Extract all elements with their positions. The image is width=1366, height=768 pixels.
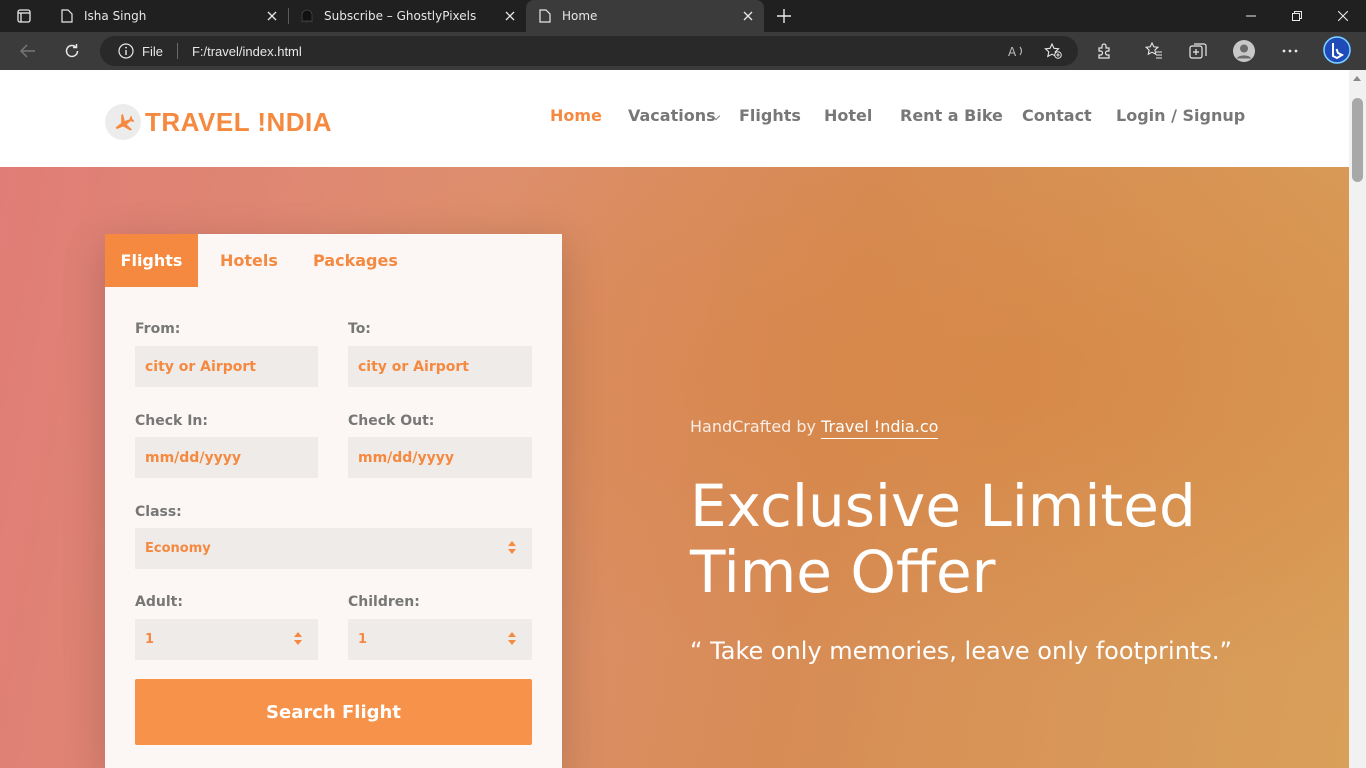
scroll-thumb[interactable] xyxy=(1352,98,1363,182)
site-header: TRAVEL !NDIA Home Vacations Flights Hote… xyxy=(0,70,1349,167)
collections-icon[interactable] xyxy=(1186,39,1210,63)
class-label: Class: xyxy=(135,504,182,520)
info-icon[interactable] xyxy=(118,43,134,59)
nav-home[interactable]: Home xyxy=(550,106,602,125)
logo-text: TRAVEL !NDIA xyxy=(145,106,333,137)
tab-packages[interactable]: Packages xyxy=(313,234,398,287)
tab-title: Subscribe – GhostlyPixels xyxy=(324,9,477,23)
close-icon[interactable] xyxy=(502,8,518,24)
nav-rent-a-bike[interactable]: Rent a Bike xyxy=(900,106,1003,125)
more-options-icon[interactable] xyxy=(1278,39,1302,63)
new-tab-button[interactable] xyxy=(772,4,796,28)
nav-hotel[interactable]: Hotel xyxy=(824,106,872,125)
from-input[interactable]: city or Airport xyxy=(135,346,318,387)
check-in-input[interactable]: mm/dd/yyyy xyxy=(135,437,318,478)
adult-select[interactable]: 1 xyxy=(135,619,318,660)
children-select[interactable]: 1 xyxy=(348,619,532,660)
class-select[interactable]: Economy xyxy=(135,528,532,569)
add-favorite-icon[interactable] xyxy=(1044,43,1062,59)
url-text[interactable]: F:/travel/index.html xyxy=(192,44,302,59)
close-icon[interactable] xyxy=(264,8,280,24)
credit-line: HandCrafted by Travel !ndia.co xyxy=(690,417,939,439)
url-divider xyxy=(176,43,178,59)
read-aloud-icon[interactable]: A xyxy=(1008,43,1026,59)
browser-tab-isha-singh[interactable]: Isha Singh xyxy=(48,0,288,32)
page-icon xyxy=(60,8,74,24)
select-arrows-icon xyxy=(508,632,516,646)
credit-prefix: HandCrafted by xyxy=(690,417,817,436)
nav-login-signup[interactable]: Login / Signup xyxy=(1116,106,1245,125)
select-arrows-icon xyxy=(508,541,516,555)
check-out-input[interactable]: mm/dd/yyyy xyxy=(348,437,532,478)
to-label: To: xyxy=(348,321,371,337)
page-icon xyxy=(538,8,552,24)
tab-title: Isha Singh xyxy=(84,9,147,23)
ghost-icon xyxy=(300,8,314,24)
address-bar[interactable]: File F:/travel/index.html A xyxy=(100,36,1078,66)
class-select-value: Economy xyxy=(145,541,211,556)
adult-label: Adult: xyxy=(135,594,183,610)
tab-title: Home xyxy=(562,9,598,23)
from-label: From: xyxy=(135,321,181,337)
profile-avatar-icon[interactable] xyxy=(1232,39,1256,63)
browser-tab-home[interactable]: Home xyxy=(526,0,764,32)
close-icon[interactable] xyxy=(740,8,756,24)
tab-actions-icon[interactable] xyxy=(8,4,40,28)
credit-link[interactable]: Travel !ndia.co xyxy=(821,417,939,439)
select-arrows-icon xyxy=(294,632,302,646)
extensions-icon[interactable] xyxy=(1093,39,1117,63)
svg-text:A: A xyxy=(1008,45,1017,58)
hero-section: Flights Hotels Packages From: To: city o… xyxy=(0,167,1349,768)
minimize-button[interactable] xyxy=(1228,0,1274,32)
tab-hotels[interactable]: Hotels xyxy=(220,234,278,287)
search-flight-button[interactable]: Search Flight xyxy=(135,679,532,745)
refresh-button[interactable] xyxy=(58,37,86,65)
children-select-value: 1 xyxy=(358,632,368,647)
browser-tab-ghostlypixels[interactable]: Subscribe – GhostlyPixels xyxy=(288,0,526,32)
page-viewport: TRAVEL !NDIA Home Vacations Flights Hote… xyxy=(0,70,1349,768)
url-scheme: File xyxy=(142,43,163,59)
to-input[interactable]: city or Airport xyxy=(348,346,532,387)
restore-button[interactable] xyxy=(1274,0,1320,32)
nav-flights[interactable]: Flights xyxy=(739,106,801,125)
page-scrollbar[interactable] xyxy=(1349,70,1366,768)
booking-panel: Flights Hotels Packages From: To: city o… xyxy=(105,234,562,768)
nav-contact[interactable]: Contact xyxy=(1022,106,1092,125)
hero-headline: Exclusive Limited Time Offer xyxy=(690,472,1196,606)
children-label: Children: xyxy=(348,594,420,610)
airplane-icon xyxy=(105,104,141,140)
address-toolbar: File F:/travel/index.html A xyxy=(0,32,1366,70)
site-logo[interactable]: TRAVEL !NDIA xyxy=(105,104,332,140)
browser-tab-strip: Isha Singh Subscribe – GhostlyPixels Hom… xyxy=(0,0,1366,32)
close-window-button[interactable] xyxy=(1320,0,1366,32)
hero-quote: “ Take only memories, leave only footpri… xyxy=(690,637,1232,665)
scroll-up-arrow-icon[interactable] xyxy=(1353,76,1361,81)
bing-chat-icon[interactable] xyxy=(1322,35,1352,65)
nav-vacations[interactable]: Vacations xyxy=(628,106,716,125)
check-in-label: Check In: xyxy=(135,413,208,429)
back-button[interactable] xyxy=(14,37,42,65)
favorites-icon[interactable] xyxy=(1142,39,1166,63)
check-out-label: Check Out: xyxy=(348,413,435,429)
adult-select-value: 1 xyxy=(145,632,155,647)
tab-flights[interactable]: Flights xyxy=(105,234,198,287)
